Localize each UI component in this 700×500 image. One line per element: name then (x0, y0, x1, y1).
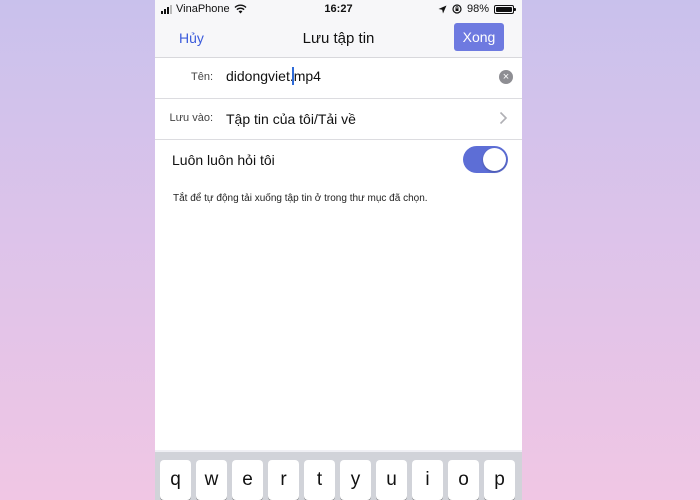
file-name-input[interactable] (226, 68, 407, 84)
phone-screen: VinaPhone 16:27 98% Hủy Lưu tập tin Xong… (155, 0, 522, 500)
file-name-row: Tên: × (155, 58, 522, 99)
key-r[interactable]: r (268, 460, 299, 500)
battery-icon (494, 4, 516, 14)
location-icon (438, 5, 447, 13)
rotation-lock-icon (452, 4, 462, 14)
status-right: 98% (438, 3, 516, 15)
key-p[interactable]: p (484, 460, 515, 500)
file-name-label: Tên: (190, 71, 213, 83)
key-e[interactable]: e (232, 460, 263, 500)
chevron-right-icon (499, 111, 508, 125)
always-ask-toggle[interactable] (463, 146, 508, 173)
keyboard-row: qwertyuiop (160, 460, 515, 500)
key-i[interactable]: i (412, 460, 443, 500)
key-o[interactable]: o (448, 460, 479, 500)
battery-fill (496, 6, 512, 12)
save-location-row[interactable]: Lưu vào: Tập tin của tôi/Tải về (155, 99, 522, 140)
nav-bar: Hủy Lưu tập tin Xong (155, 20, 522, 58)
status-bar: VinaPhone 16:27 98% (155, 0, 522, 20)
save-location-value: Tập tin của tôi/Tải về (226, 111, 356, 127)
note-text: Tắt để tự động tải xuống tập tin ở trong… (173, 193, 428, 204)
key-q[interactable]: q (160, 460, 191, 500)
save-file-form: Tên: × Lưu vào: Tập tin của tôi/Tải về L… (155, 58, 522, 181)
key-t[interactable]: t (304, 460, 335, 500)
done-button[interactable]: Xong (454, 23, 504, 51)
battery-percent: 98% (466, 3, 489, 15)
always-ask-label: Luôn luôn hỏi tôi (172, 152, 275, 168)
key-y[interactable]: y (340, 460, 371, 500)
save-location-label: Lưu vào: (169, 112, 213, 124)
clear-icon[interactable]: × (499, 70, 513, 84)
keyboard: qwertyuiop (155, 452, 522, 500)
note-section: Tắt để tự động tải xuống tập tin ở trong… (155, 180, 522, 450)
text-caret (292, 67, 294, 85)
toggle-knob (483, 148, 506, 171)
key-u[interactable]: u (376, 460, 407, 500)
key-w[interactable]: w (196, 460, 227, 500)
always-ask-row: Luôn luôn hỏi tôi (155, 140, 522, 181)
